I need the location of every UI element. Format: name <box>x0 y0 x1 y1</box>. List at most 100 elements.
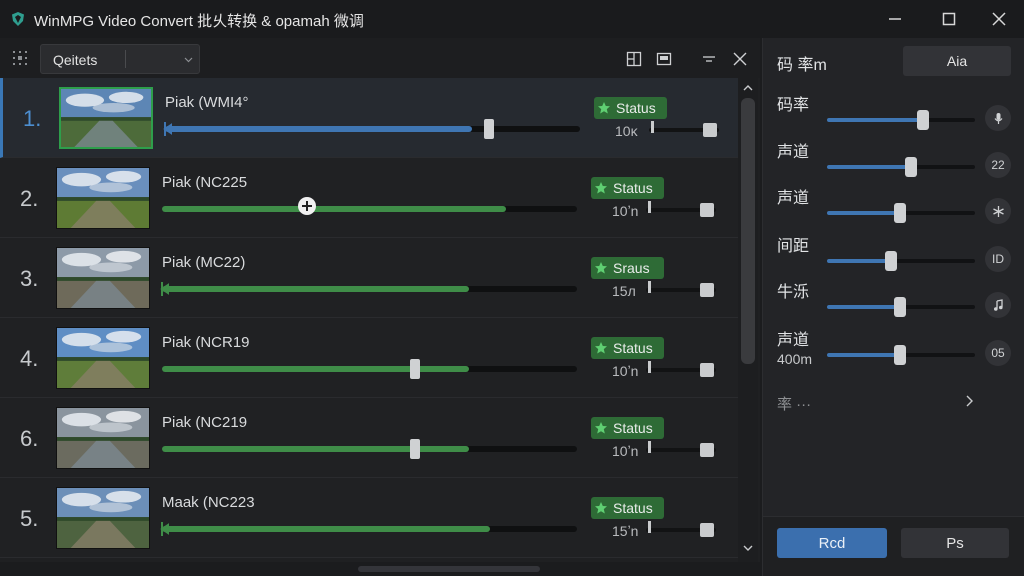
video-thumbnail[interactable] <box>56 247 150 309</box>
volume-slider-tick <box>648 201 651 213</box>
panel-view-button[interactable] <box>655 50 673 68</box>
setting-slider-handle[interactable] <box>893 345 906 365</box>
progress-track[interactable] <box>162 197 577 215</box>
setting-value-button[interactable]: 22 <box>985 152 1011 178</box>
grid-icon[interactable] <box>12 50 28 66</box>
video-thumbnail[interactable] <box>56 407 150 469</box>
setting-label: 声道 <box>777 332 810 349</box>
progress-fill <box>162 446 470 452</box>
setting-slider[interactable] <box>827 297 975 317</box>
chevron-up-icon[interactable] <box>743 84 753 92</box>
panel-close-button[interactable] <box>731 50 749 68</box>
progress-track[interactable] <box>162 359 577 379</box>
setting-slider-fill <box>827 165 912 169</box>
file-size: 10ʼn <box>612 363 639 379</box>
collapse-button[interactable] <box>700 50 718 68</box>
window-title: WinMPG Video Convert 批乆转换 & opamah 微调 <box>34 13 364 30</box>
setting-value-button[interactable]: 05 <box>985 340 1011 366</box>
music-note-button[interactable] <box>985 292 1011 318</box>
volume-slider-handle[interactable] <box>700 203 714 217</box>
scrub-handle[interactable] <box>483 119 494 139</box>
queue-row[interactable]: 6. Piak (NC219 Status 10ʼn <box>0 398 738 478</box>
scrub-handle[interactable] <box>410 359 421 379</box>
volume-slider-tick <box>651 121 654 133</box>
volume-slider-handle[interactable] <box>703 123 717 137</box>
trim-start-icon <box>160 282 169 296</box>
status-text: Sraus <box>613 260 650 276</box>
music-note-icon <box>993 298 1003 311</box>
volume-slider[interactable] <box>649 121 719 137</box>
status-text: Status <box>613 420 653 436</box>
minimize-icon <box>889 18 901 20</box>
settings-header-button[interactable]: Aia <box>903 46 1011 76</box>
setting-value-button[interactable]: ID <box>985 246 1011 272</box>
video-thumbnail[interactable] <box>56 167 150 229</box>
setting-slider-handle[interactable] <box>884 251 897 271</box>
status-badge: Status <box>591 417 664 439</box>
star-icon <box>595 262 607 274</box>
volume-slider-handle[interactable] <box>700 443 714 457</box>
volume-slider[interactable] <box>646 281 716 297</box>
scrub-handle[interactable] <box>298 197 317 215</box>
row-number: 5. <box>20 506 39 531</box>
setting-slider-handle[interactable] <box>893 203 906 223</box>
queue-row[interactable]: 1. Piak (WMI4° Status 10ĸ <box>0 78 738 158</box>
vertical-scrollbar-thumb[interactable] <box>741 98 755 364</box>
setting-slider-handle[interactable] <box>917 110 930 130</box>
queue-row[interactable]: 4. Piak (NCR19 Status 10ʼn <box>0 318 738 398</box>
maximize-button[interactable] <box>934 4 964 34</box>
vertical-scrollbar[interactable] <box>738 78 758 562</box>
setting-slider[interactable] <box>827 157 975 177</box>
queue-select[interactable]: Qeitets <box>40 44 200 74</box>
more-settings-label[interactable]: 率 ··· <box>777 393 811 414</box>
video-thumbnail[interactable] <box>56 487 150 549</box>
progress-track[interactable] <box>162 439 577 459</box>
volume-slider-handle[interactable] <box>700 283 714 297</box>
setting-slider-fill <box>827 211 900 215</box>
row-number: 1. <box>23 106 42 131</box>
maximize-icon <box>942 12 956 26</box>
split-view-button[interactable] <box>625 50 643 68</box>
row-number: 6. <box>20 426 39 451</box>
volume-slider-handle[interactable] <box>700 523 714 537</box>
setting-slider-handle[interactable] <box>893 297 906 317</box>
asterisk-button[interactable] <box>985 198 1011 224</box>
file-size: 15ʼn <box>612 523 639 539</box>
progress-track[interactable] <box>160 282 577 296</box>
file-size: 10ʼn <box>612 443 639 459</box>
settings-footer: Rcd Ps <box>763 516 1024 576</box>
queue-row[interactable]: 2. Piak (NC225 Status 10ʼn <box>0 158 738 238</box>
scrub-handle[interactable] <box>410 439 421 459</box>
volume-slider-handle[interactable] <box>700 363 714 377</box>
chevron-right-icon[interactable] <box>964 395 974 407</box>
video-thumbnail[interactable] <box>59 87 153 149</box>
status-text: Status <box>613 500 653 516</box>
file-size: 10ĸ <box>615 123 638 139</box>
close-button[interactable] <box>984 4 1014 34</box>
progress-track[interactable] <box>160 522 577 536</box>
setting-slider[interactable] <box>827 251 975 271</box>
volume-slider[interactable] <box>646 521 716 537</box>
mic-button[interactable] <box>985 105 1011 131</box>
setting-slider-handle[interactable] <box>905 157 918 177</box>
primary-action-button[interactable]: Rcd <box>777 528 887 558</box>
volume-slider[interactable] <box>646 441 716 457</box>
video-thumbnail[interactable] <box>56 327 150 389</box>
progress-track[interactable] <box>163 119 580 139</box>
queue-row[interactable]: 5. Maak (NC223 Status 15ʼn <box>0 478 738 558</box>
setting-slider[interactable] <box>827 345 975 365</box>
row-number: 3. <box>20 266 39 291</box>
queue-row[interactable]: 3. Piak (MC22) Sraus 15л <box>0 238 738 318</box>
volume-slider[interactable] <box>646 361 716 377</box>
secondary-action-button[interactable]: Ps <box>901 528 1009 558</box>
chevron-down-icon[interactable] <box>743 544 753 552</box>
setting-slider[interactable] <box>827 110 975 130</box>
horizontal-scrollbar-thumb[interactable] <box>358 566 540 572</box>
minimize-button[interactable] <box>880 4 910 34</box>
volume-slider[interactable] <box>646 201 716 217</box>
setting-slider[interactable] <box>827 203 975 223</box>
video-title: Piak (MC22) <box>162 254 246 271</box>
setting-label: 声道 <box>777 190 810 207</box>
progress-fill <box>165 126 473 132</box>
horizontal-scrollbar[interactable] <box>0 562 760 576</box>
